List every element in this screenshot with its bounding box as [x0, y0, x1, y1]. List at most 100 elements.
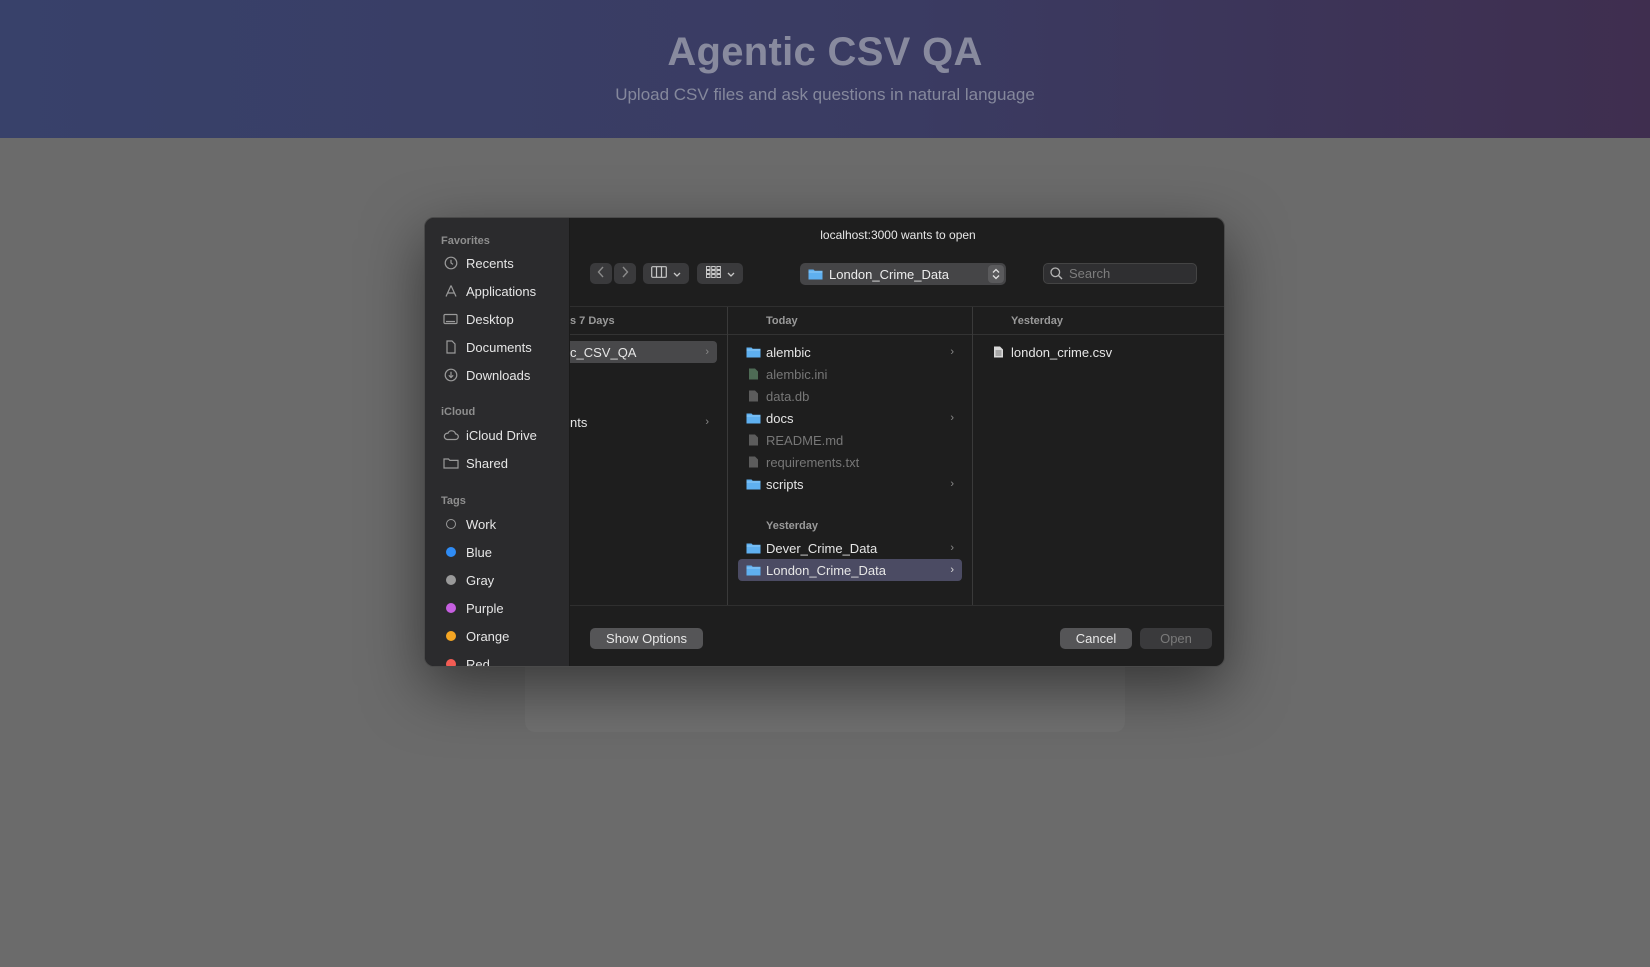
tag-dot-icon — [445, 519, 456, 529]
chevron-down-icon — [727, 266, 735, 281]
sidebar-item-label: Documents — [466, 339, 532, 355]
updown-arrows-icon — [988, 265, 1004, 283]
list-item-label: data.db — [766, 388, 810, 404]
list-item-label: Dever_Crime_Data — [766, 540, 878, 556]
desktop-icon — [442, 311, 459, 328]
folder-icon — [746, 565, 761, 576]
dialog-title: localhost:3000 wants to open — [820, 228, 976, 242]
column-header: Today — [728, 307, 972, 335]
chevron-right-icon — [621, 266, 629, 281]
file-icon — [749, 368, 758, 380]
sidebar-tag-blue[interactable]: Blue — [425, 538, 569, 566]
sidebar-item-documents[interactable]: Documents — [425, 333, 569, 361]
file-icon — [749, 434, 758, 446]
chevron-right-icon: › — [950, 478, 954, 490]
list-item-folder-selected[interactable]: London_Crime_Data › — [738, 559, 962, 581]
download-icon — [442, 367, 459, 384]
list-item-folder[interactable]: Dever_Crime_Data › — [738, 537, 962, 559]
chevron-right-icon: › — [705, 346, 709, 358]
list-item-label: alembic.ini — [766, 366, 828, 382]
folder-icon — [746, 413, 761, 424]
list-item-file: requirements.txt — [738, 451, 962, 473]
search-icon — [1050, 267, 1063, 280]
tag-dot-icon — [445, 659, 456, 666]
list-item-label: docs — [766, 410, 794, 426]
show-options-button[interactable]: Show Options — [590, 628, 703, 649]
app-header: Agentic CSV QA Upload CSV files and ask … — [0, 0, 1650, 138]
folder-icon — [808, 268, 823, 280]
sidebar-item-label: Work — [466, 516, 497, 532]
document-icon — [442, 339, 459, 356]
sidebar-item-label: Purple — [466, 600, 504, 616]
search-input[interactable] — [1069, 266, 1189, 281]
sidebar-item-label: Shared — [466, 455, 508, 471]
forward-button[interactable] — [614, 263, 636, 284]
list-item-folder[interactable]: alembic › — [738, 341, 962, 363]
column-browser: s 7 Days c_CSV_QA › nts › Today alembic … — [570, 306, 1224, 606]
list-item-folder[interactable]: scripts › — [738, 473, 962, 495]
view-mode-button[interactable] — [643, 263, 689, 284]
sidebar-item-label: Gray — [466, 572, 495, 588]
sidebar-item-recents[interactable]: Recents — [425, 249, 569, 277]
sidebar-item-desktop[interactable]: Desktop — [425, 305, 569, 333]
column-header: s 7 Days — [570, 307, 727, 335]
search-field[interactable] — [1043, 263, 1197, 284]
folder-icon — [746, 479, 761, 490]
tag-dot-icon — [445, 575, 456, 585]
sidebar-tag-orange[interactable]: Orange — [425, 622, 569, 650]
browser-column-3: Yesterday london_crime.csv — [973, 307, 1224, 605]
sidebar-item-shared[interactable]: Shared — [425, 449, 569, 477]
list-item-label: README.md — [766, 432, 844, 448]
file-open-dialog: Favorites Recents Applications Desktop D… — [424, 217, 1225, 667]
list-item[interactable]: nts › — [570, 411, 717, 433]
tags-section-label: Tags — [441, 495, 466, 507]
location-label: London_Crime_Data — [829, 266, 949, 282]
list-item-file: alembic.ini — [738, 363, 962, 385]
list-item-label: scripts — [766, 476, 804, 492]
sidebar-tag-red[interactable]: Red — [425, 650, 569, 667]
open-button[interactable]: Open — [1140, 628, 1212, 649]
group-by-button[interactable] — [697, 263, 743, 284]
grid-icon — [705, 266, 721, 281]
back-button[interactable] — [590, 263, 612, 284]
chevron-right-icon: › — [950, 346, 954, 358]
shared-folder-icon — [442, 455, 459, 472]
list-item-label: london_crime.csv — [1011, 344, 1113, 360]
file-icon — [749, 456, 758, 468]
sidebar-item-applications[interactable]: Applications — [425, 277, 569, 305]
list-item[interactable]: c_CSV_QA › — [570, 341, 717, 363]
dialog-main: localhost:3000 wants to open London_Crim… — [570, 218, 1224, 666]
file-icon — [749, 390, 758, 402]
sidebar-item-label: Downloads — [466, 367, 531, 383]
list-item-label: c_CSV_QA — [570, 344, 637, 360]
column-header: Yesterday — [973, 307, 1224, 335]
chevron-right-icon: › — [950, 564, 954, 576]
chevron-down-icon — [673, 266, 681, 281]
sidebar-tag-work[interactable]: Work — [425, 510, 569, 538]
list-item-label: nts — [570, 414, 588, 430]
sidebar-tag-gray[interactable]: Gray — [425, 566, 569, 594]
list-item-folder[interactable]: docs › — [738, 407, 962, 429]
browser-column-1: s 7 Days c_CSV_QA › nts › — [570, 307, 728, 605]
tag-dot-icon — [445, 631, 456, 641]
sidebar-item-label: Desktop — [466, 311, 514, 327]
list-item-label: alembic — [766, 344, 811, 360]
cancel-button[interactable]: Cancel — [1060, 628, 1132, 649]
dialog-toolbar: London_Crime_Data — [570, 263, 1224, 285]
browser-column-2: Today alembic › alembic.ini data.db docs… — [728, 307, 973, 605]
sidebar-item-downloads[interactable]: Downloads — [425, 361, 569, 389]
location-popup[interactable]: London_Crime_Data — [800, 263, 1006, 285]
chevron-right-icon: › — [950, 412, 954, 424]
csv-file-icon — [994, 346, 1003, 358]
sidebar-item-label: Applications — [466, 283, 537, 299]
chevron-right-icon: › — [950, 542, 954, 554]
list-item-file[interactable]: london_crime.csv — [983, 341, 1216, 363]
list-item-file: data.db — [738, 385, 962, 407]
list-item-label: requirements.txt — [766, 454, 860, 470]
sidebar-item-label: Red — [466, 656, 490, 667]
folder-icon — [746, 347, 761, 358]
sidebar-item-icloud-drive[interactable]: iCloud Drive — [425, 421, 569, 449]
applications-icon — [442, 283, 459, 300]
group-header: Yesterday — [766, 520, 818, 532]
sidebar-tag-purple[interactable]: Purple — [425, 594, 569, 622]
